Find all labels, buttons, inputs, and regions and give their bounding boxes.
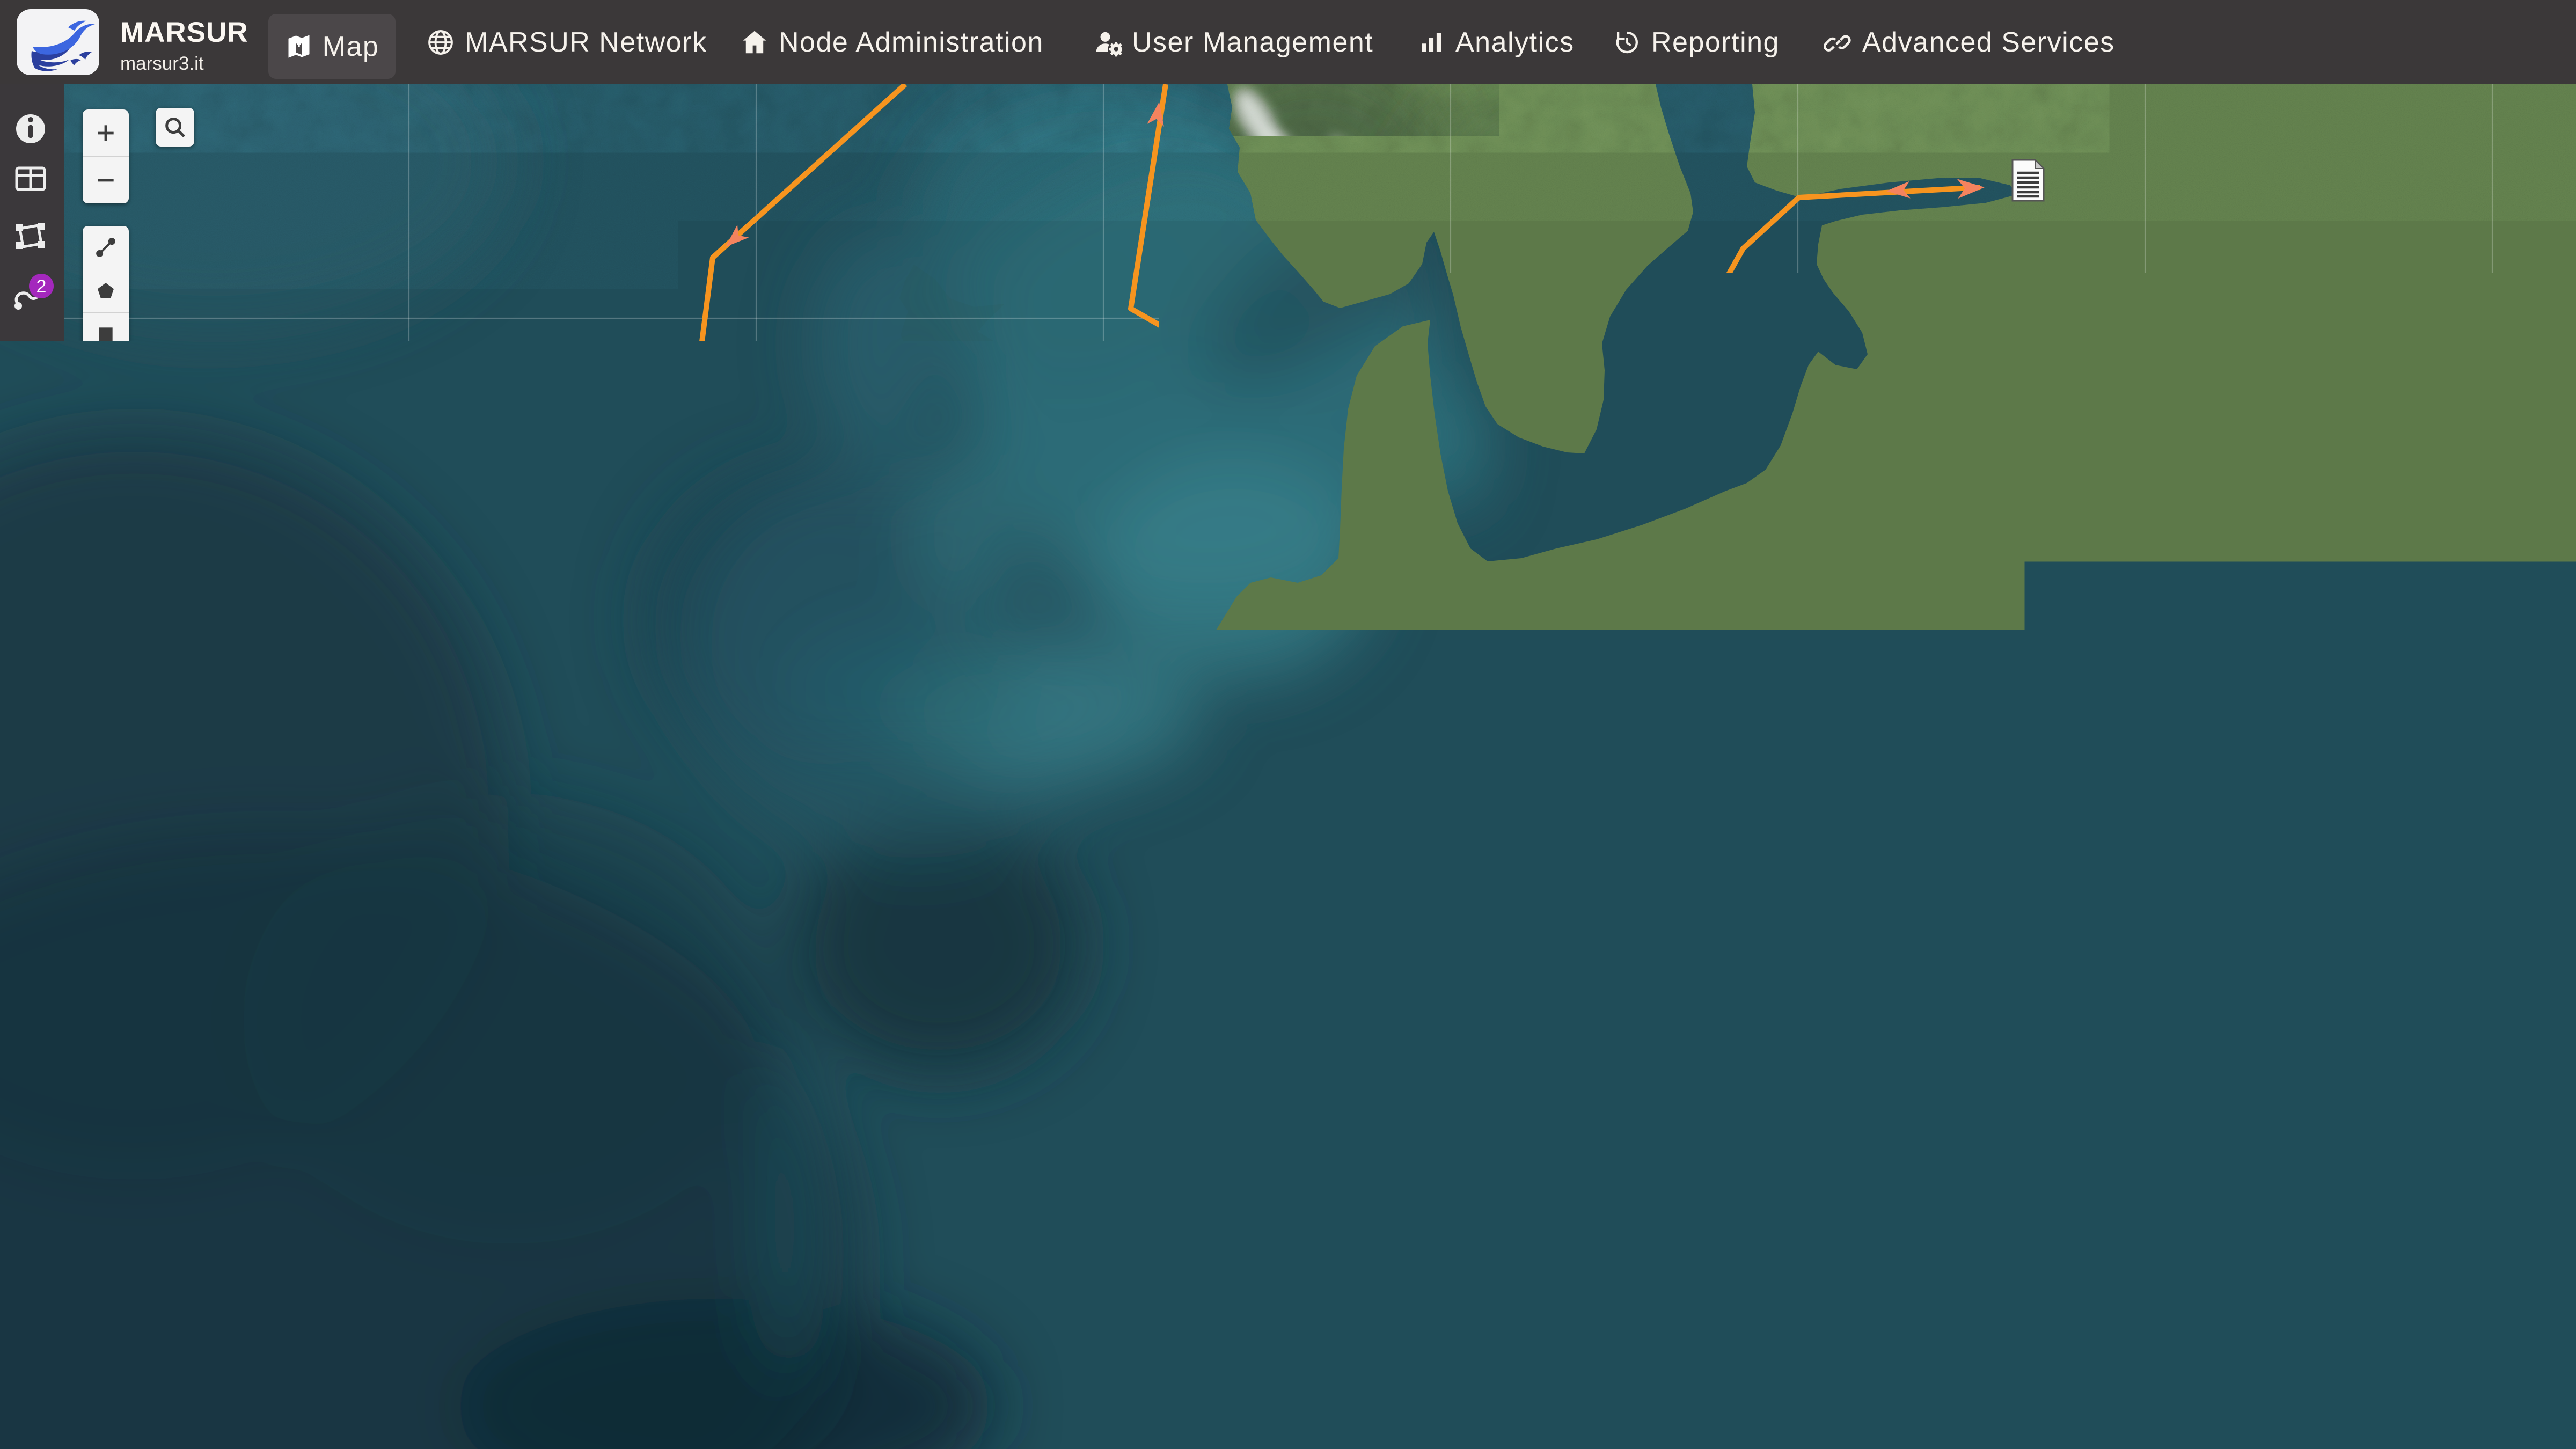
svg-text:2: 2 (36, 276, 47, 297)
